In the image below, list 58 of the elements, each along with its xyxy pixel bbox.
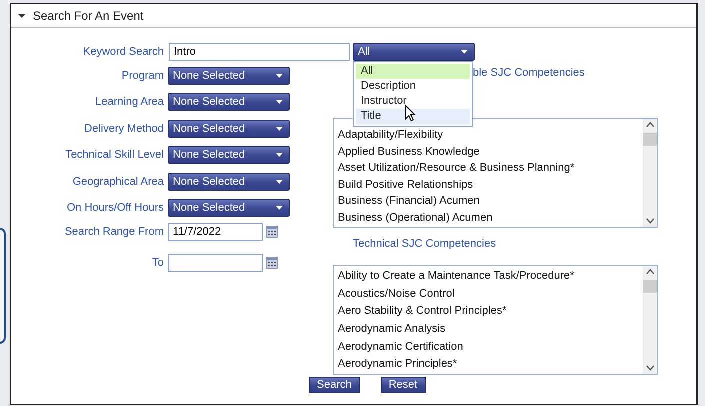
scroll-up-icon[interactable]: [646, 269, 654, 275]
scrollbar[interactable]: [643, 266, 657, 374]
list-item[interactable]: Build Positive Relationships: [334, 176, 643, 193]
scroll-down-icon[interactable]: [646, 365, 654, 371]
field-label: Geographical Area: [72, 176, 164, 188]
menu-item[interactable]: Instructor: [356, 94, 470, 109]
field-label: On Hours/Off Hours: [66, 202, 164, 214]
list-item[interactable]: Business (Financial) Acumen: [334, 193, 643, 210]
field-label: To: [151, 257, 164, 270]
field-label: Program: [120, 70, 164, 82]
field-label: Search Range From: [64, 226, 164, 238]
menu-item[interactable]: All: [356, 64, 470, 79]
mouse-pointer-icon: [405, 105, 416, 122]
list-item[interactable]: Applied Business Knowledge: [334, 144, 643, 160]
list-item[interactable]: Aero Stability & Control Principles*: [334, 303, 643, 322]
list-item[interactable]: Aerodynamic Certification: [334, 338, 643, 356]
caret-icon: [276, 100, 283, 104]
list-heading: ble SJC Competencies: [473, 67, 585, 79]
list-item[interactable]: Adaptability/Flexibility: [334, 127, 643, 144]
keyword-field[interactable]: Intro: [169, 43, 350, 61]
scroll-up-icon[interactable]: [646, 122, 654, 128]
menu-item[interactable]: Title: [356, 109, 470, 124]
scroll-thumb[interactable]: [643, 280, 657, 293]
field-label: Delivery Method: [84, 122, 164, 135]
caret-icon: [461, 50, 468, 54]
collapse-icon[interactable]: [18, 12, 26, 20]
filter-dropdown[interactable]: None Selected: [168, 93, 290, 112]
field-label: Learning Area: [94, 96, 164, 108]
caret-icon: [276, 180, 283, 184]
filter-dropdown[interactable]: None Selected: [168, 146, 290, 164]
filter-dropdown[interactable]: None Selected: [168, 67, 290, 85]
caret-icon: [276, 74, 283, 78]
calendar-icon[interactable]: [266, 226, 278, 238]
menu-item[interactable]: Description: [356, 79, 470, 94]
list-item[interactable]: Business (Operational) Acumen: [334, 210, 643, 226]
scroll-down-icon[interactable]: [646, 218, 654, 224]
caret-icon: [276, 126, 283, 131]
filter-dropdown[interactable]: None Selected: [168, 120, 290, 138]
list-item[interactable]: Ability to Create a Maintenance Task/Procedure*: [334, 268, 643, 286]
caret-icon: [276, 153, 283, 158]
form-button[interactable]: Reset: [380, 377, 426, 393]
list-item[interactable]: Acoustics/Noise Control: [334, 286, 643, 304]
filter-dropdown[interactable]: None Selected: [168, 198, 290, 217]
scroll-thumb[interactable]: [643, 133, 657, 146]
list-item[interactable]: Aerodynamic Principles*: [334, 356, 643, 374]
filter-dropdown[interactable]: None Selected: [168, 172, 290, 191]
form-button[interactable]: Search: [309, 377, 360, 393]
field-label: Keyword Search: [82, 46, 164, 58]
list-item[interactable]: Aerodynamic Analysis: [334, 321, 643, 339]
date-field[interactable]: 11/7/2022: [168, 223, 263, 242]
scrollbar[interactable]: [643, 119, 657, 227]
calendar-icon[interactable]: [266, 257, 278, 270]
caret-icon: [276, 206, 283, 210]
list-heading: Technical SJC Competencies: [353, 238, 496, 250]
field-label: Technical Skill Level: [64, 149, 164, 162]
date-field[interactable]: [168, 254, 263, 272]
search-scope-dropdown[interactable]: All: [353, 43, 475, 61]
list-item[interactable]: Asset Utilization/Resource & Business Planning*: [334, 160, 643, 176]
